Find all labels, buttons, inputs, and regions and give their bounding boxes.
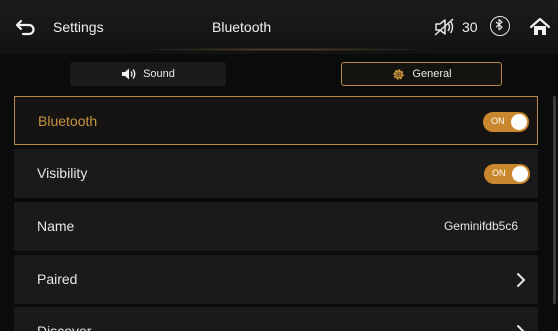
setting-row-name[interactable]: Name Geminifdb5c6 xyxy=(14,202,538,251)
volume-muted-icon[interactable] xyxy=(433,17,455,37)
visibility-toggle[interactable]: ON xyxy=(484,164,530,184)
back-arrow-icon[interactable] xyxy=(14,17,36,37)
bluetooth-icon[interactable] xyxy=(490,16,510,36)
setting-label: Visibility xyxy=(37,165,88,181)
tab-general[interactable]: General xyxy=(341,62,502,86)
setting-row-paired[interactable]: Paired xyxy=(14,255,538,304)
device-name-value: Geminifdb5c6 xyxy=(443,219,518,233)
setting-row-visibility[interactable]: Visibility ON xyxy=(14,149,538,198)
back-label[interactable]: Settings xyxy=(53,19,104,35)
top-bar: Settings Bluetooth 30 xyxy=(0,0,558,54)
scrollbar[interactable] xyxy=(553,96,556,304)
tab-sound[interactable]: Sound xyxy=(70,62,226,86)
setting-label: Bluetooth xyxy=(38,113,98,129)
home-icon[interactable] xyxy=(529,17,551,37)
toggle-state: ON xyxy=(491,116,505,126)
gear-icon xyxy=(393,68,405,80)
toggle-state: ON xyxy=(492,168,506,178)
tab-sound-label: Sound xyxy=(143,68,175,80)
setting-label: Paired xyxy=(37,271,78,287)
page-title: Bluetooth xyxy=(212,19,272,35)
tab-general-label: General xyxy=(412,68,452,80)
setting-row-bluetooth[interactable]: Bluetooth ON xyxy=(14,96,538,145)
setting-row-discover[interactable]: Discover xyxy=(14,307,538,331)
chevron-right-icon xyxy=(517,273,525,287)
volume-value: 30 xyxy=(462,19,478,35)
chevron-right-icon xyxy=(517,325,525,331)
toggle-knob xyxy=(512,166,528,182)
setting-label: Discover xyxy=(37,323,92,331)
setting-label: Name xyxy=(37,218,75,234)
speaker-icon xyxy=(122,68,136,80)
toggle-knob xyxy=(511,114,527,130)
bluetooth-toggle[interactable]: ON xyxy=(483,112,529,132)
